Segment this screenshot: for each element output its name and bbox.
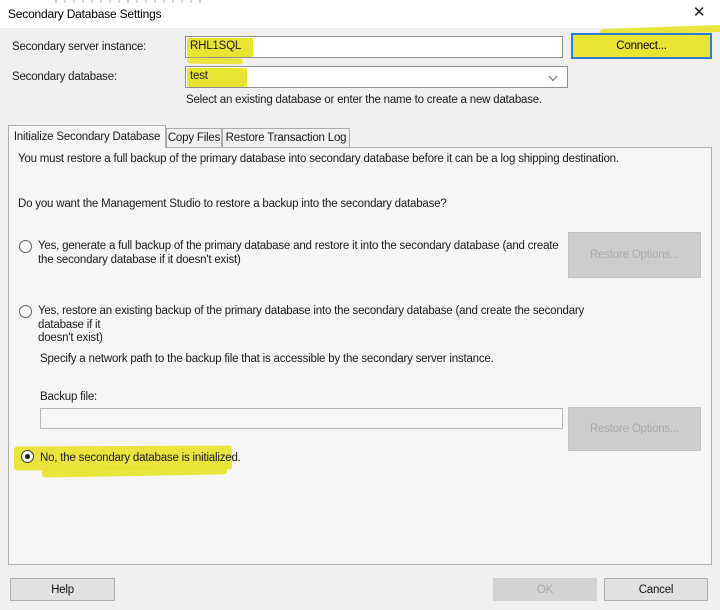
database-combobox[interactable]: test	[185, 66, 568, 88]
intro-text: You must restore a full backup of the pr…	[18, 153, 619, 165]
backup-file-input	[40, 408, 563, 429]
radio-initialized-label: No, the secondary database is initialize…	[40, 452, 241, 464]
radio-initialized[interactable]	[21, 450, 34, 463]
cancel-button[interactable]: Cancel	[604, 578, 708, 601]
tab-copy-files[interactable]: Copy Files	[166, 128, 222, 148]
backup-file-label: Backup file:	[40, 391, 98, 403]
tab-restore-transaction-log[interactable]: Restore Transaction Log	[222, 128, 350, 148]
network-path-hint: Specify a network path to the backup fil…	[40, 353, 494, 365]
tab-initialize-secondary-database[interactable]: Initialize Secondary Database	[8, 125, 166, 148]
ok-button: OK	[493, 578, 597, 601]
screenshot-crop-remnant	[55, 0, 205, 3]
radio-generate-backup-label: Yes, generate a full backup of the prima…	[38, 240, 559, 266]
radio-selected-dot	[25, 454, 30, 459]
radio-restore-existing-label: Yes, restore an existing backup of the p…	[38, 305, 585, 344]
server-instance-value: RHL1SQL	[190, 40, 242, 52]
tab-label: Copy Files	[167, 132, 221, 144]
dialog-title: Secondary Database Settings	[8, 7, 162, 21]
tab-label: Restore Transaction Log	[225, 132, 347, 144]
database-value: test	[190, 70, 208, 82]
radio-restore-existing[interactable]	[19, 305, 32, 318]
question-text: Do you want the Management Studio to res…	[18, 198, 447, 210]
restore-options-button-2: Restore Options...	[568, 407, 701, 451]
connect-button[interactable]: Connect...	[571, 33, 712, 59]
chevron-down-icon[interactable]	[547, 72, 559, 84]
close-icon[interactable]: ✕	[688, 3, 710, 23]
server-instance-input[interactable]: RHL1SQL	[185, 36, 563, 58]
connect-button-label: Connect...	[616, 40, 667, 52]
radio-generate-backup[interactable]	[19, 240, 32, 253]
help-button[interactable]: Help	[10, 578, 115, 601]
tab-label: Initialize Secondary Database	[13, 131, 161, 143]
database-hint: Select an existing database or enter the…	[186, 94, 542, 106]
restore-options-button-1: Restore Options...	[568, 232, 701, 278]
server-instance-label: Secondary server instance:	[12, 41, 147, 53]
marker-stroke-under-server	[186, 57, 244, 65]
database-label: Secondary database:	[12, 71, 117, 83]
